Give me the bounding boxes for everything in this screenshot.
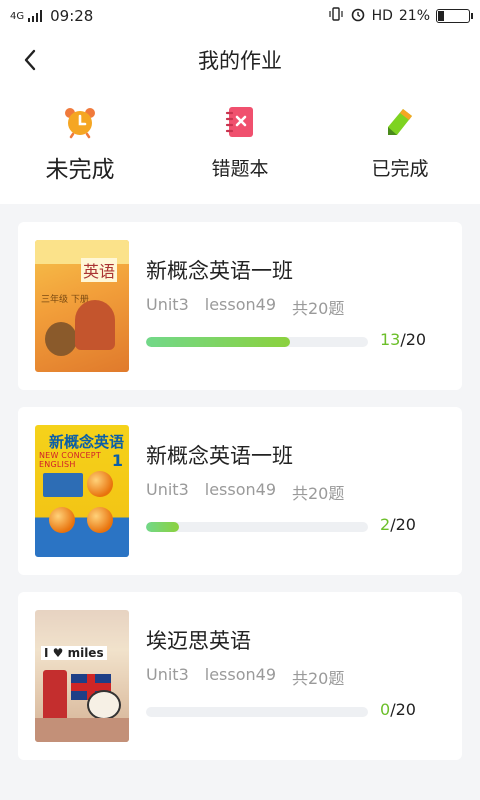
tab-label: 未完成 bbox=[46, 150, 116, 186]
tab-label: 错题本 bbox=[211, 158, 269, 180]
progress-bar bbox=[146, 707, 368, 717]
alarm-clock-icon bbox=[62, 104, 98, 140]
book-cover-image: 新概念英语 NEW CONCEPT ENGLISH 1 bbox=[35, 425, 129, 557]
app-header: 我的作业 bbox=[0, 32, 480, 88]
course-name: 埃迈思英语 bbox=[146, 629, 251, 653]
vibrate-icon bbox=[328, 6, 344, 26]
hd-indicator: HD bbox=[371, 8, 393, 24]
progress-bar bbox=[146, 522, 368, 532]
lesson-label: lesson49 bbox=[204, 295, 276, 314]
status-time: 09:28 bbox=[50, 7, 94, 25]
book-cover-image: 英语 三年级 下册 bbox=[35, 240, 129, 372]
tab-wrong-answers[interactable]: 错题本 bbox=[160, 88, 320, 204]
homework-card[interactable]: 英语 三年级 下册 新概念英语一班 Unit3 lesson49 共20题 13… bbox=[18, 222, 462, 390]
tab-incomplete[interactable]: 未完成 bbox=[0, 88, 160, 204]
alarm-icon bbox=[350, 6, 366, 26]
homework-card[interactable]: I ♥ miles 埃迈思英语 Unit3 lesson49 共20题 0/20 bbox=[18, 592, 462, 760]
homework-list: 英语 三年级 下册 新概念英语一班 Unit3 lesson49 共20题 13… bbox=[18, 222, 462, 777]
course-meta: Unit3 lesson49 共20题 bbox=[146, 295, 344, 319]
battery-percent: 21% bbox=[398, 8, 430, 24]
lesson-label: lesson49 bbox=[204, 480, 276, 499]
network-type: 4G bbox=[10, 10, 25, 22]
back-button[interactable] bbox=[16, 46, 44, 74]
question-count: 共20题 bbox=[292, 669, 345, 688]
battery-icon bbox=[436, 9, 473, 23]
chevron-left-icon bbox=[24, 49, 36, 71]
lesson-label: lesson49 bbox=[204, 665, 276, 684]
signal-icon bbox=[28, 10, 43, 22]
question-count: 共20题 bbox=[292, 299, 345, 318]
unit-label: Unit3 bbox=[146, 480, 189, 499]
unit-label: Unit3 bbox=[146, 665, 189, 684]
course-meta: Unit3 lesson49 共20题 bbox=[146, 665, 344, 689]
notebook-icon bbox=[222, 104, 258, 140]
progress-count: 2/20 bbox=[380, 515, 416, 534]
unit-label: Unit3 bbox=[146, 295, 189, 314]
progress-count: 0/20 bbox=[380, 700, 416, 719]
status-bar: 4G 09:28 HD 21% bbox=[0, 0, 480, 32]
book-cover-image: I ♥ miles bbox=[35, 610, 129, 742]
tab-completed[interactable]: 已完成 bbox=[320, 88, 480, 204]
tab-label: 已完成 bbox=[371, 158, 429, 180]
homework-tabs: 未完成 错题本 已完成 bbox=[0, 88, 480, 204]
progress-bar bbox=[146, 337, 368, 347]
question-count: 共20题 bbox=[292, 484, 345, 503]
pencil-icon bbox=[382, 104, 418, 140]
page-title: 我的作业 bbox=[198, 49, 282, 73]
course-meta: Unit3 lesson49 共20题 bbox=[146, 480, 344, 504]
course-name: 新概念英语一班 bbox=[146, 444, 293, 468]
course-name: 新概念英语一班 bbox=[146, 259, 293, 283]
progress-count: 13/20 bbox=[380, 330, 427, 349]
homework-card[interactable]: 新概念英语 NEW CONCEPT ENGLISH 1 新概念英语一班 Unit… bbox=[18, 407, 462, 575]
